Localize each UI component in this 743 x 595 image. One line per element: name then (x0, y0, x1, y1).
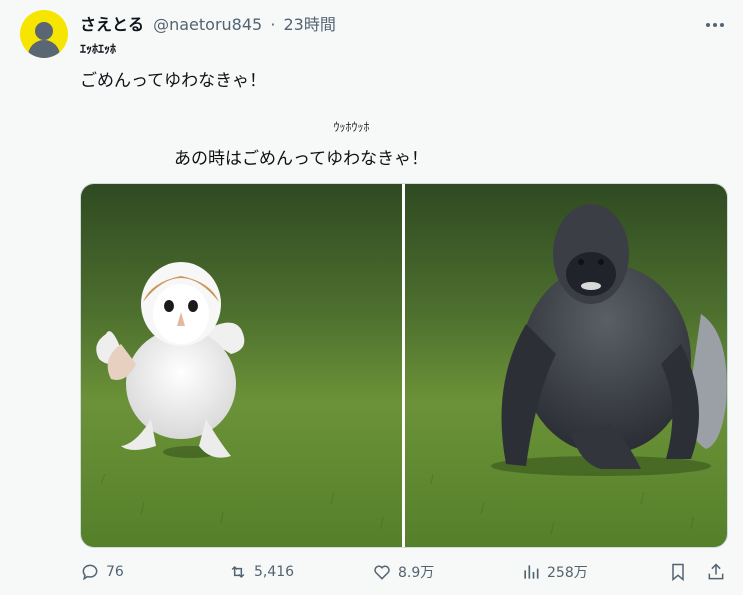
bookmark-icon (672, 563, 684, 582)
repost-count: 5,416 (254, 564, 295, 580)
repost-button[interactable]: 5,416 (228, 562, 294, 582)
display-name[interactable]: さえとる (80, 15, 144, 34)
avatar[interactable] (20, 10, 68, 58)
share-button[interactable] (706, 562, 726, 582)
meme-caption: あの時はごめんってゆわなきゃ！ (174, 149, 429, 169)
tweet-header: さえとる @naetoru845 · 23時間 (80, 11, 336, 35)
repost-icon (231, 565, 245, 579)
avatar-head (35, 22, 53, 40)
meme-top-text-wrap: ｳｯﾎｳｯﾎ (0, 118, 743, 135)
like-button[interactable]: 8.9万 (372, 562, 434, 582)
user-handle[interactable]: @naetoru845 (153, 15, 262, 34)
views-button[interactable]: 258万 (521, 562, 588, 582)
like-icon (374, 565, 390, 580)
views-icon (524, 565, 539, 579)
timestamp[interactable]: 23時間 (284, 15, 336, 34)
meme-image (81, 184, 727, 547)
action-bar: 76 5,416 8.9万 258万 (80, 562, 726, 588)
tweet-text: ごめんってゆわなきゃ！ (80, 71, 267, 91)
separator-dot: · (270, 15, 276, 34)
reply-count: 76 (106, 564, 124, 580)
tweet-subtitle: ｴｯﾎｴｯﾎ (80, 42, 117, 56)
bookmark-button[interactable] (668, 562, 688, 582)
reply-icon (82, 564, 98, 581)
tweet-media[interactable] (80, 183, 728, 548)
meme-top-text: ｳｯﾎｳｯﾎ (333, 120, 370, 134)
share-icon (708, 563, 724, 580)
views-count: 258万 (547, 565, 588, 581)
reply-button[interactable]: 76 (80, 562, 124, 582)
more-icon[interactable] (705, 12, 725, 33)
like-count: 8.9万 (398, 565, 435, 581)
avatar-body (28, 40, 60, 58)
